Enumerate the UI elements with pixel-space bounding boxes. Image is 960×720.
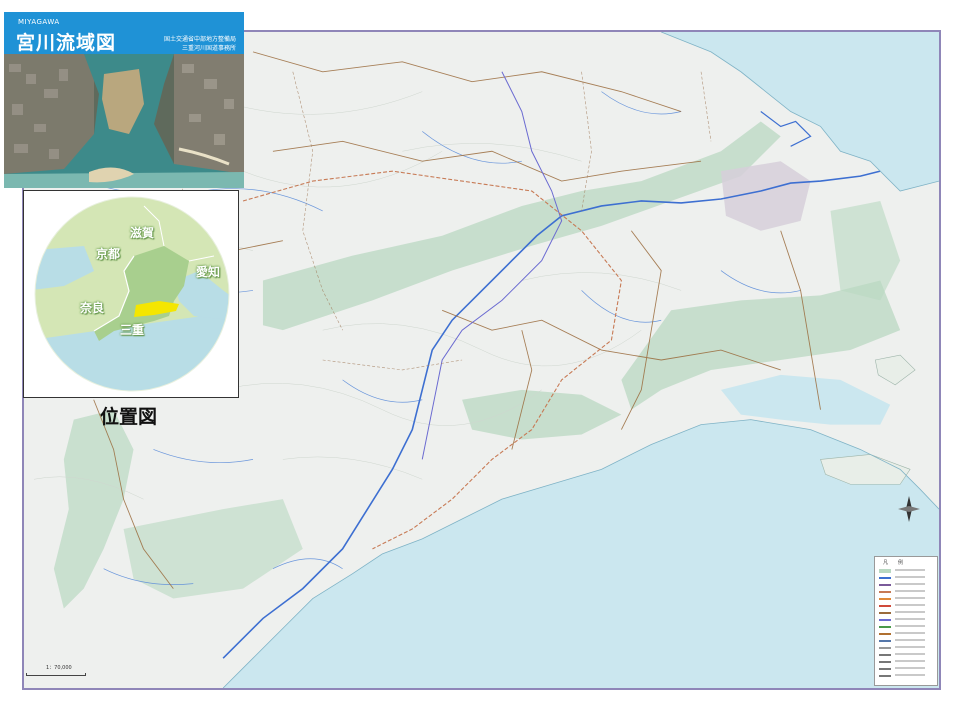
cover-header: MIYAGAWA 宮川流域図 国土交通省中部地方整備局 三重河川国道事務所 (4, 12, 244, 54)
legend-row (879, 646, 935, 650)
location-map-caption: 位置図 (100, 406, 158, 428)
pref-label-kyoto: 京都 (96, 247, 121, 261)
legend-swatch-line (879, 633, 891, 635)
legend-row (879, 583, 935, 587)
legend-row (879, 576, 935, 580)
cover-panel: MIYAGAWA 宮川流域図 国土交通省中部地方整備局 三重河川国道事務所 (4, 12, 244, 188)
cover-office: 三重河川国道事務所 (181, 45, 236, 52)
legend-row (879, 590, 935, 594)
legend-swatch-forest (879, 569, 891, 573)
legend-row (879, 632, 935, 636)
north-arrow-icon (898, 496, 920, 522)
cover-title: 宮川流域図 (16, 32, 117, 54)
legend-row (879, 604, 935, 608)
legend-swatch-symbol (879, 654, 891, 656)
legend-row (879, 611, 935, 615)
scale-bar-graphic (26, 673, 86, 676)
pref-label-mie: 三重 (120, 323, 145, 337)
legend-swatch-symbol (879, 661, 891, 663)
pref-label-aichi: 愛知 (196, 265, 221, 279)
legend-swatch-basin (879, 591, 891, 593)
scale-label: 1：70,000 (46, 665, 72, 671)
legend-swatch-symbol (879, 675, 891, 677)
pref-label-shiga: 滋賀 (130, 226, 155, 240)
scale-bar: 1：70,000 (26, 664, 86, 684)
legend-row (879, 653, 935, 657)
aerial-photo (4, 54, 244, 188)
legend-row (879, 597, 935, 601)
legend-row (879, 625, 935, 629)
legend-swatch-line (879, 647, 891, 649)
legend-row (879, 660, 935, 664)
legend-row (879, 639, 935, 643)
map-legend: 凡 例 (874, 556, 938, 686)
legend-swatch-river (879, 577, 891, 579)
legend-swatch-symbol (879, 668, 891, 670)
cover-organization: 国土交通省中部地方整備局 (163, 36, 236, 43)
legend-row (879, 569, 935, 573)
legend-swatch-boundary (879, 584, 891, 586)
legend-swatch-symbol (879, 598, 891, 600)
legend-row (879, 667, 935, 671)
cover-english-title: MIYAGAWA (18, 18, 60, 26)
legend-swatch-line (879, 626, 891, 628)
legend-row (879, 674, 935, 678)
legend-title: 凡 例 (883, 560, 904, 566)
legend-swatch-railway (879, 619, 891, 621)
legend-swatch-symbol (879, 605, 891, 607)
legend-row (879, 618, 935, 622)
legend-swatch-road (879, 612, 891, 614)
pref-label-nara: 奈良 (80, 301, 105, 315)
legend-swatch-line (879, 640, 891, 642)
location-map-graphic (34, 196, 230, 392)
location-map: 滋賀 京都 愛知 奈良 三重 (23, 190, 239, 398)
